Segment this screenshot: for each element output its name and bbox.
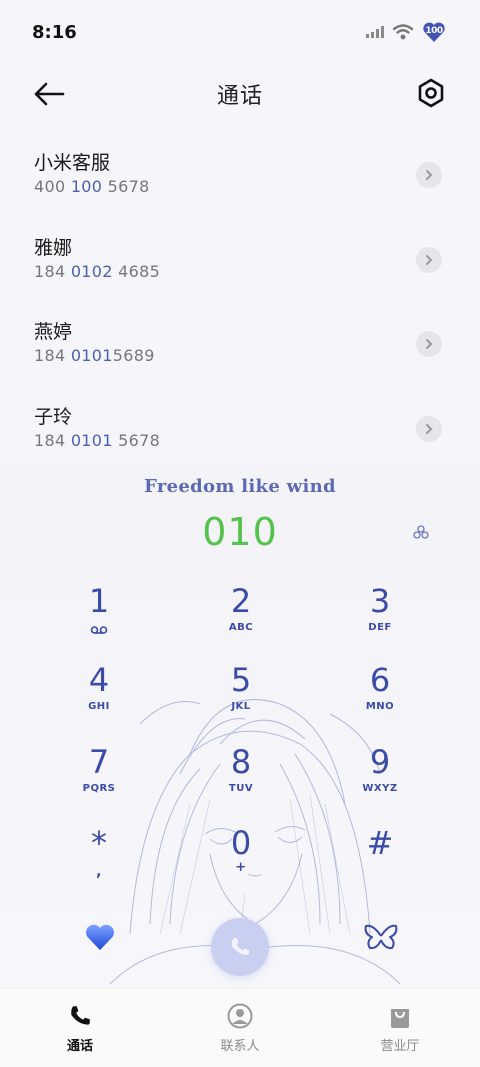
person-icon: [227, 1003, 253, 1029]
key-6[interactable]: 6 MNO: [330, 661, 430, 731]
chevron-right-icon: [426, 170, 433, 180]
key-0[interactable]: 0 +: [191, 824, 291, 894]
back-button[interactable]: [32, 78, 66, 110]
contact-number: 184 0102 4685: [34, 261, 161, 281]
contact-number: 400 100 5678: [34, 177, 150, 196]
contact-row[interactable]: 燕婷 184 01015689: [0, 309, 480, 394]
chevron-right-icon: [426, 339, 433, 349]
key-2[interactable]: 2 ABC: [191, 582, 291, 652]
key-star[interactable]: *,: [49, 824, 149, 894]
dialed-number: 010: [202, 510, 278, 554]
status-bar: 8:16 100: [0, 0, 480, 64]
battery-level: 100: [425, 26, 443, 36]
motto-text: Freedom like wind: [144, 476, 336, 497]
arrow-left-icon: [34, 82, 65, 106]
tab-calls[interactable]: 通话: [0, 989, 160, 1067]
butterfly-icon[interactable]: [363, 922, 399, 952]
chevron-right-icon: [426, 423, 433, 434]
signal-icon: [366, 26, 384, 38]
phone-icon: [231, 938, 249, 955]
key-hash[interactable]: #: [330, 824, 430, 894]
battery-heart-icon: 100: [422, 21, 446, 43]
contact-name: 雅娜: [34, 236, 73, 259]
bottom-tab-bar: 通话 联系人 营业厅: [0, 988, 480, 1067]
status-time: 8:16: [32, 21, 77, 43]
detail-button[interactable]: [416, 162, 442, 188]
tab-label: 通话: [66, 1039, 93, 1054]
header: 通话: [0, 66, 480, 122]
dialer-panel: Freedom like wind 010 1 2 ABC 3 DEF 4 GHI 5…: [0, 464, 480, 988]
recent-calls-list: 小米客服 400 100 5678 雅娜 184 0102 4685 燕婷 18…: [0, 140, 480, 478]
tab-contacts[interactable]: 联系人: [160, 989, 320, 1067]
key-9[interactable]: 9 WXYZ: [330, 743, 430, 813]
chevron-right-icon: [426, 254, 433, 265]
voicemail-icon: [90, 626, 108, 634]
page-title: 通话: [216, 84, 263, 109]
key-5[interactable]: 5 JKL: [191, 661, 291, 731]
key-3[interactable]: 3 DEF: [330, 582, 430, 652]
heart-icon[interactable]: [84, 922, 116, 952]
tab-service-hall[interactable]: 营业厅: [320, 989, 480, 1067]
detail-button[interactable]: [416, 246, 442, 273]
wifi-icon: [393, 24, 413, 40]
contact-name: 小米客服: [34, 152, 111, 174]
contact-number: 184 01015689: [34, 346, 155, 365]
contact-row[interactable]: 雅娜 184 0102 4685: [0, 225, 480, 310]
detail-button[interactable]: [416, 415, 442, 442]
contact-number: 184 0101 5678: [34, 430, 161, 450]
detail-button[interactable]: [416, 331, 442, 357]
contact-name: 子玲: [34, 405, 73, 428]
tab-label: 联系人: [220, 1039, 260, 1054]
key-1[interactable]: 1: [49, 582, 149, 652]
tab-label: 营业厅: [380, 1039, 420, 1054]
key-4[interactable]: 4 GHI: [49, 661, 149, 731]
key-8[interactable]: 8 TUV: [191, 743, 291, 813]
key-7[interactable]: 7 PQRS: [49, 743, 149, 813]
contact-name: 燕婷: [34, 321, 73, 343]
call-button[interactable]: [211, 918, 269, 976]
settings-hexagon-icon: [418, 78, 444, 108]
bag-icon: [391, 1009, 409, 1028]
settings-button[interactable]: [414, 76, 448, 110]
flower-icon[interactable]: [412, 524, 430, 542]
status-icons: 100: [366, 21, 446, 43]
phone-icon: [71, 1006, 90, 1025]
contact-row[interactable]: 小米客服 400 100 5678: [0, 140, 480, 225]
